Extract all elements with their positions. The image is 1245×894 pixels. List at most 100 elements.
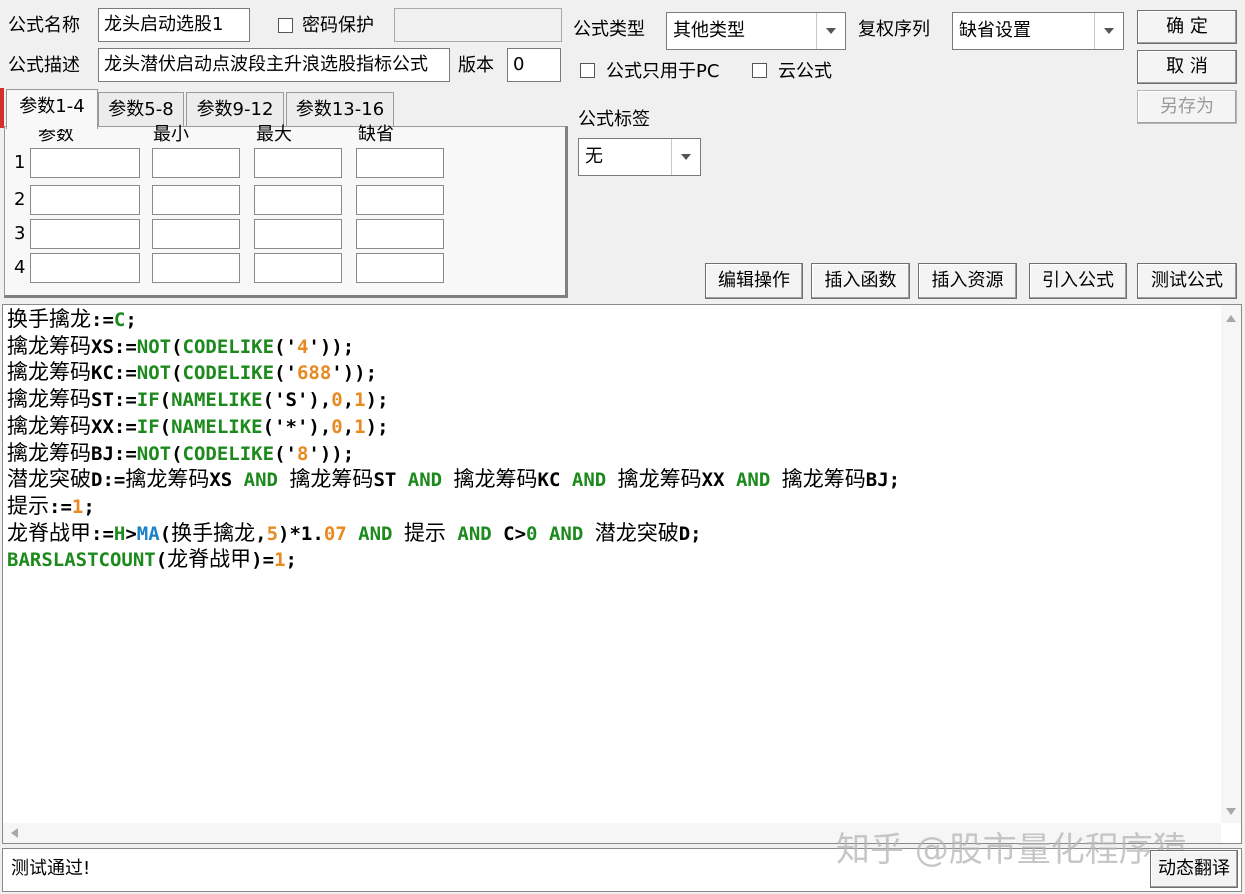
password-protect-checkbox[interactable] bbox=[278, 18, 293, 33]
cloud-formula-checkbox[interactable] bbox=[752, 63, 767, 78]
code-token: AND bbox=[571, 469, 607, 492]
param-cell[interactable] bbox=[30, 185, 140, 215]
code-line[interactable]: 提示:=1; bbox=[7, 494, 900, 521]
version-input[interactable]: 0 bbox=[507, 48, 561, 82]
formula-type-select[interactable]: 其他类型 bbox=[666, 12, 846, 50]
code-line[interactable]: 擒龙筹码XX:=IF(NAMELIKE('*'),0,1); bbox=[7, 414, 900, 441]
code-token: NAMELIKE bbox=[171, 389, 263, 412]
param-cell[interactable] bbox=[30, 148, 140, 178]
pc-only-label: 公式只用于PC bbox=[606, 61, 720, 82]
param-cell[interactable] bbox=[356, 148, 444, 178]
tab-params-5-8[interactable]: 参数5-8 bbox=[98, 92, 184, 126]
code-token: 擒龙筹码 bbox=[453, 467, 538, 492]
code-line[interactable]: 擒龙筹码BJ:=NOT(CODELIKE('8')); bbox=[7, 441, 900, 468]
code-token: BJ; bbox=[865, 469, 901, 492]
code-line[interactable]: 龙脊战甲:=H>MA(换手擒龙,5)*1.07 AND 提示 AND C>0 A… bbox=[7, 521, 900, 548]
param-cell[interactable] bbox=[152, 219, 240, 249]
code-token: 擒龙筹码 bbox=[7, 440, 91, 465]
insert-function-button[interactable]: 插入函数 bbox=[811, 263, 910, 299]
code-line[interactable]: 擒龙筹码XS:=NOT(CODELIKE('4')); bbox=[7, 334, 900, 361]
save-as-button[interactable]: 另存为 bbox=[1137, 90, 1237, 124]
code-token: ); bbox=[365, 415, 389, 438]
code-token: := bbox=[91, 309, 114, 331]
rights-series-select[interactable]: 缺省设置 bbox=[952, 12, 1124, 50]
code-token: 提示 bbox=[7, 493, 49, 518]
param-cell[interactable] bbox=[254, 185, 342, 215]
tab-params-13-16[interactable]: 参数13-16 bbox=[286, 92, 394, 126]
code-token: AND bbox=[407, 469, 443, 492]
code-text[interactable]: 换手擒龙:=C; 擒龙筹码XS:=NOT(CODELIKE('4')); 擒龙筹码K… bbox=[7, 307, 900, 574]
param-cell[interactable] bbox=[356, 253, 444, 283]
scroll-left-icon[interactable] bbox=[11, 828, 18, 838]
pc-only-checkbox[interactable] bbox=[580, 63, 595, 78]
code-token: ( bbox=[171, 362, 183, 385]
param-cell[interactable] bbox=[152, 185, 240, 215]
ok-button[interactable]: 确 定 bbox=[1137, 10, 1237, 44]
tab-params-1-4[interactable]: 参数1-4 bbox=[6, 89, 98, 129]
code-token: 擒龙筹码 bbox=[781, 467, 866, 492]
code-token: 1 bbox=[354, 415, 366, 438]
code-token: , bbox=[342, 415, 355, 438]
watermark: 知乎 @股市量化程序猿 bbox=[836, 830, 1187, 870]
code-token: AND bbox=[735, 469, 771, 492]
version-label: 版本 bbox=[458, 55, 494, 76]
code-token: ('*'), bbox=[262, 415, 332, 438]
formula-tag-select[interactable]: 无 bbox=[578, 138, 701, 176]
code-token: 8 bbox=[296, 442, 309, 465]
code-line[interactable]: BARSLASTCOUNT(龙脊战甲)=1; bbox=[7, 547, 900, 574]
code-token: ('S'), bbox=[262, 389, 332, 412]
code-token: 1 bbox=[354, 389, 366, 412]
param-row-number: 3 bbox=[14, 223, 26, 244]
code-token: ')); bbox=[331, 362, 378, 385]
param-cell[interactable] bbox=[30, 253, 140, 283]
scroll-down-icon[interactable] bbox=[1226, 808, 1236, 815]
vertical-scrollbar[interactable] bbox=[1221, 305, 1241, 823]
code-token: 擒龙筹码 bbox=[7, 360, 91, 385]
code-line[interactable]: 擒龙筹码KC:=NOT(CODELIKE('688')); bbox=[7, 360, 900, 387]
code-line[interactable]: 擒龙筹码ST:=IF(NAMELIKE('S'),0,1); bbox=[7, 387, 900, 414]
formula-name-label: 公式名称 bbox=[8, 15, 80, 36]
param-cell[interactable] bbox=[254, 253, 342, 283]
code-token: IF bbox=[136, 415, 160, 438]
import-formula-button[interactable]: 引入公式 bbox=[1029, 263, 1127, 299]
chevron-down-icon[interactable] bbox=[1094, 13, 1123, 49]
code-token: CODELIKE bbox=[182, 362, 275, 385]
chevron-down-icon[interactable] bbox=[816, 13, 845, 49]
code-token: KC:= bbox=[91, 362, 137, 385]
param-cell[interactable] bbox=[356, 185, 444, 215]
edit-ops-button[interactable]: 编辑操作 bbox=[705, 263, 803, 299]
accent-bar bbox=[0, 88, 4, 128]
tab-params-9-12[interactable]: 参数9-12 bbox=[186, 92, 284, 126]
rights-series-label: 复权序列 bbox=[858, 19, 930, 40]
chevron-down-icon[interactable] bbox=[671, 139, 700, 175]
code-token: XS bbox=[209, 469, 244, 492]
code-token: )= bbox=[251, 549, 275, 572]
code-editor[interactable]: 换手擒龙:=C; 擒龙筹码XS:=NOT(CODELIKE('4')); 擒龙筹码K… bbox=[2, 304, 1242, 844]
code-token: , bbox=[255, 522, 267, 545]
param-cell[interactable] bbox=[152, 253, 240, 283]
scroll-up-icon[interactable] bbox=[1226, 315, 1236, 322]
param-col-header: 最大 bbox=[256, 124, 292, 145]
test-formula-button[interactable]: 测试公式 bbox=[1137, 263, 1237, 299]
code-token: ( bbox=[159, 522, 172, 545]
param-cell[interactable] bbox=[254, 148, 342, 178]
code-line[interactable]: 换手擒龙:=C; bbox=[7, 307, 900, 334]
code-token: )*1. bbox=[278, 522, 324, 545]
formula-desc-input[interactable]: 龙头潜伏启动点波段主升浪选股指标公式 bbox=[98, 48, 450, 82]
code-token: 擒龙筹码 bbox=[7, 413, 91, 438]
code-token: C bbox=[113, 309, 126, 331]
code-token: , bbox=[342, 389, 355, 412]
cancel-button[interactable]: 取 消 bbox=[1137, 50, 1237, 84]
code-line[interactable]: 潜龙突破D:=擒龙筹码XS AND 擒龙筹码ST AND 擒龙筹码KC AND … bbox=[7, 467, 900, 494]
param-cell[interactable] bbox=[30, 219, 140, 249]
formula-name-input[interactable]: 龙头启动选股1 bbox=[98, 8, 250, 42]
param-cell[interactable] bbox=[356, 219, 444, 249]
code-token: BARSLASTCOUNT bbox=[7, 549, 156, 572]
param-cell[interactable] bbox=[152, 148, 240, 178]
param-cell[interactable] bbox=[254, 219, 342, 249]
dynamic-translate-button[interactable]: 动态翻译 bbox=[1150, 850, 1238, 888]
code-token: H bbox=[113, 522, 126, 545]
insert-resource-button[interactable]: 插入资源 bbox=[918, 263, 1017, 299]
